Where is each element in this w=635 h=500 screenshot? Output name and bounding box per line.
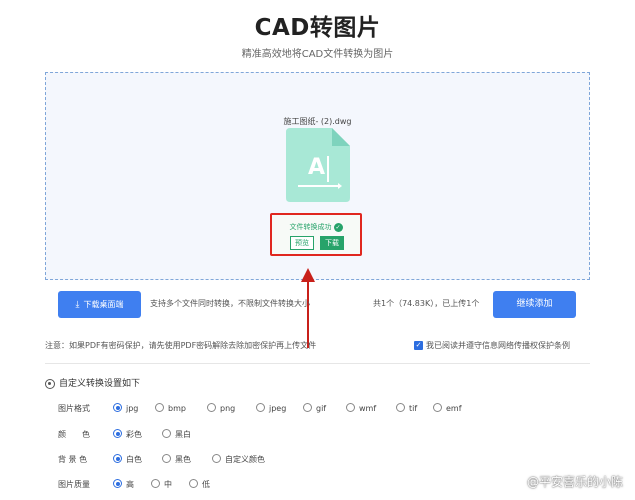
agreement-checkbox[interactable]: ✓ 我已阅读并遵守信息网络传播权保护条例 (414, 340, 570, 351)
background-option-black[interactable]: 黑色 (162, 453, 191, 467)
radio-icon[interactable] (207, 403, 216, 412)
gear-icon (45, 378, 55, 389)
conversion-result-box: 文件转换成功 ✓ 预览 下载 (270, 213, 362, 256)
file-name: 施工图纸- (2).dwg (283, 117, 352, 126)
radio-icon[interactable] (212, 454, 221, 463)
radio-selected-icon[interactable] (113, 454, 122, 463)
option-label: jpg (126, 404, 139, 413)
format-option-jpeg[interactable]: jpeg (256, 402, 286, 416)
quality-label: 图片质量 (58, 480, 90, 489)
file-count: 共1个（74.83K），已上传1个 (373, 299, 480, 308)
download-client-button[interactable]: ⤓ 下载桌面端 (58, 291, 141, 318)
quality-option-low[interactable]: 低 (189, 478, 210, 492)
radio-selected-icon[interactable] (113, 429, 122, 438)
color-option-color[interactable]: 彩色 (113, 428, 142, 442)
format-label: 图片格式 (58, 404, 90, 413)
download-client-label: 下载桌面端 (83, 300, 124, 309)
format-option-bmp[interactable]: bmp (155, 402, 186, 416)
radio-selected-icon[interactable] (113, 479, 122, 488)
settings-heading-label: 自定义转换设置如下 (59, 379, 141, 389)
watermark: @平安喜乐的小陈 (527, 473, 623, 490)
background-label: 背 景 色 (58, 455, 88, 464)
format-option-png[interactable]: png (207, 402, 235, 416)
agreement-label: 我已阅读并遵守信息网络传播权保护条例 (426, 341, 570, 350)
watermark-text: @平安喜乐的小陈 (526, 475, 623, 489)
color-option-bw[interactable]: 黑白 (162, 428, 191, 442)
format-option-emf[interactable]: emf (433, 402, 462, 416)
option-label: png (220, 404, 236, 413)
page-title: CAD转图片 (254, 15, 381, 41)
option-label: 低 (202, 480, 210, 489)
background-option-white[interactable]: 白色 (113, 453, 142, 467)
format-option-gif[interactable]: gif (303, 402, 326, 416)
quality-option-high[interactable]: 高 (113, 478, 134, 492)
format-option-jpg[interactable]: jpg (113, 402, 138, 416)
checkbox-checked-icon[interactable]: ✓ (414, 341, 423, 350)
radio-icon[interactable] (155, 403, 164, 412)
option-label: jpeg (269, 404, 287, 413)
password-notice: 注意：如果PDF有密码保护，请先使用PDF密码解除去除加密保护再上传文件 (45, 341, 317, 350)
radio-icon[interactable] (303, 403, 312, 412)
radio-icon[interactable] (256, 403, 265, 412)
divider (45, 363, 590, 364)
option-label: 彩色 (126, 430, 142, 439)
continue-add-button[interactable]: 继续添加 (493, 291, 576, 318)
color-label: 颜 色 (58, 430, 90, 439)
file-icon-letter: A (308, 155, 325, 180)
option-label: 中 (164, 480, 172, 489)
format-option-wmf[interactable]: wmf (346, 402, 376, 416)
upload-dropzone[interactable]: 施工图纸- (2).dwg A 文件转换成功 ✓ 预览 下载 (45, 72, 590, 280)
preview-button[interactable]: 预览 (290, 236, 314, 250)
option-label: 高 (126, 480, 134, 489)
option-label: 黑白 (175, 430, 191, 439)
check-icon: ✓ (333, 222, 343, 232)
page-subtitle: 精准高效地将CAD文件转换为图片 (241, 49, 394, 60)
radio-icon[interactable] (189, 479, 198, 488)
quality-option-medium[interactable]: 中 (151, 478, 172, 492)
status-label: 文件转换成功 (289, 223, 332, 231)
format-option-tif[interactable]: tif (396, 402, 417, 416)
option-label: emf (446, 404, 462, 413)
download-button[interactable]: 下载 (320, 236, 344, 250)
batch-tip: 支持多个文件同时转换，不限制文件转换大小 (150, 299, 310, 308)
download-icon: ⤓ (75, 300, 80, 310)
settings-heading: 自定义转换设置如下 (45, 376, 140, 389)
option-label: 黑色 (175, 455, 191, 464)
radio-icon[interactable] (162, 454, 171, 463)
radio-icon[interactable] (162, 429, 171, 438)
conversion-status: 文件转换成功 ✓ (272, 222, 360, 232)
option-label: 白色 (126, 455, 142, 464)
option-label: gif (316, 404, 327, 413)
radio-icon[interactable] (396, 403, 405, 412)
option-label: tif (409, 404, 418, 413)
option-label: wmf (359, 404, 377, 413)
cad-file-icon: A (286, 128, 350, 202)
background-option-custom[interactable]: 自定义颜色 (212, 453, 265, 467)
option-label: bmp (168, 404, 186, 413)
radio-icon[interactable] (346, 403, 355, 412)
radio-selected-icon[interactable] (113, 403, 122, 412)
option-label: 自定义颜色 (225, 455, 265, 464)
radio-icon[interactable] (433, 403, 442, 412)
radio-icon[interactable] (151, 479, 160, 488)
